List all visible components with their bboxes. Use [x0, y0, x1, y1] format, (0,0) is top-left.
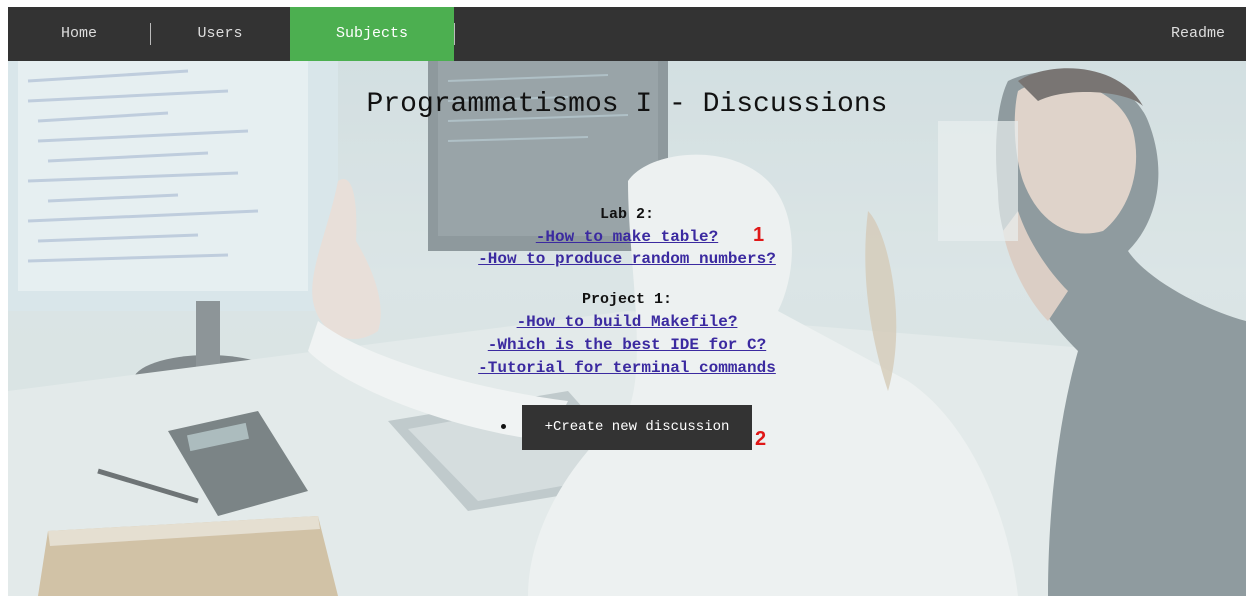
main-content: Programmatismos I - Discussions Lab 2: -… — [8, 61, 1246, 596]
nav-readme[interactable]: Readme — [1150, 7, 1246, 61]
discussion-link-random-numbers[interactable]: -How to produce random numbers? — [8, 250, 1246, 268]
list-bullet — [501, 424, 506, 429]
annotation-marker-1: 1 — [753, 224, 765, 246]
nav-home[interactable]: Home — [8, 7, 150, 61]
page-title: Programmatismos I - Discussions — [366, 89, 888, 120]
discussion-link-best-ide[interactable]: -Which is the best IDE for C? — [8, 336, 1246, 354]
top-navbar: Home Users Subjects Readme — [8, 7, 1246, 61]
nav-divider — [454, 23, 455, 45]
discussion-link-terminal-commands[interactable]: -Tutorial for terminal commands — [8, 359, 1246, 377]
annotation-marker-2: 2 — [755, 428, 767, 450]
nav-users[interactable]: Users — [150, 7, 290, 61]
create-discussion-button[interactable]: +Create new discussion — [522, 405, 752, 450]
app-frame: Home Users Subjects Readme Programmatism… — [8, 7, 1246, 596]
nav-subjects[interactable]: Subjects — [290, 7, 454, 61]
discussion-link-make-table[interactable]: -How to make table? — [8, 228, 1246, 246]
discussion-link-makefile[interactable]: -How to build Makefile? — [8, 313, 1246, 331]
section-heading-lab-2: Lab 2: — [599, 206, 654, 223]
section-heading-project-1: Project 1: — [581, 291, 672, 308]
